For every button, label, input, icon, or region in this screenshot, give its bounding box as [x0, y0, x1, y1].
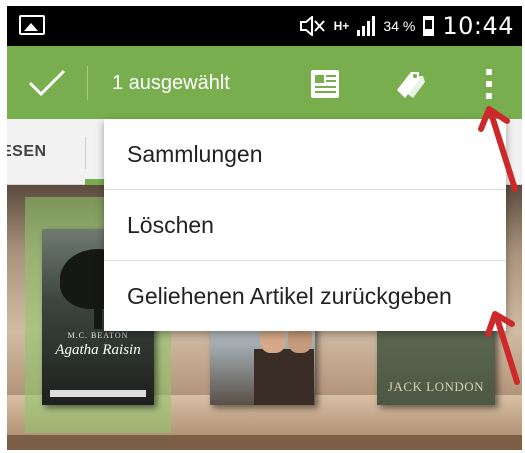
- overflow-menu: Sammlungen Löschen Geliehenen Artikel zu…: [104, 119, 506, 331]
- tree-trunk: [94, 299, 102, 329]
- signal-icon: [357, 16, 376, 36]
- selection-count: 1 ausgewählt: [112, 72, 230, 94]
- battery-icon: [423, 16, 435, 36]
- shelf-bottom: [7, 435, 522, 450]
- figure-robe: [254, 349, 314, 405]
- menu-item-collections[interactable]: Sammlungen: [104, 119, 506, 189]
- annotation-arrow-icon: [485, 311, 520, 385]
- check-icon[interactable]: [27, 68, 67, 98]
- mute-icon: [300, 16, 326, 36]
- screen: H+ 34 % 10:44 1 ausgewählt SEN M.C. BEAT…: [7, 6, 522, 450]
- annotation-arrow-icon: [478, 106, 518, 192]
- network-type: H+: [333, 19, 350, 33]
- tab-read[interactable]: ESEN: [7, 143, 47, 161]
- gallery-icon: [19, 15, 45, 35]
- publisher-strip: [50, 390, 146, 397]
- tab-separator: [85, 137, 86, 169]
- action-bar-divider: [87, 66, 88, 100]
- action-bar: 1 ausgewählt: [7, 46, 522, 119]
- menu-item-return-loan[interactable]: Geliehenen Artikel zurückgeben: [104, 261, 506, 331]
- book-author: JACK LONDON: [387, 379, 485, 394]
- battery-percent: 34 %: [383, 18, 416, 34]
- status-bar: H+ 34 % 10:44: [7, 6, 522, 46]
- tags-icon[interactable]: [393, 66, 429, 102]
- book-title: Agatha Raisin: [55, 342, 141, 358]
- menu-item-delete[interactable]: Löschen: [104, 190, 506, 260]
- status-icons: H+ 34 % 10:44: [299, 6, 522, 46]
- details-icon[interactable]: [307, 66, 343, 102]
- book-author: M.C. BEATON: [67, 331, 129, 340]
- overflow-menu-icon[interactable]: [483, 66, 495, 102]
- clock: 10:44: [442, 12, 514, 40]
